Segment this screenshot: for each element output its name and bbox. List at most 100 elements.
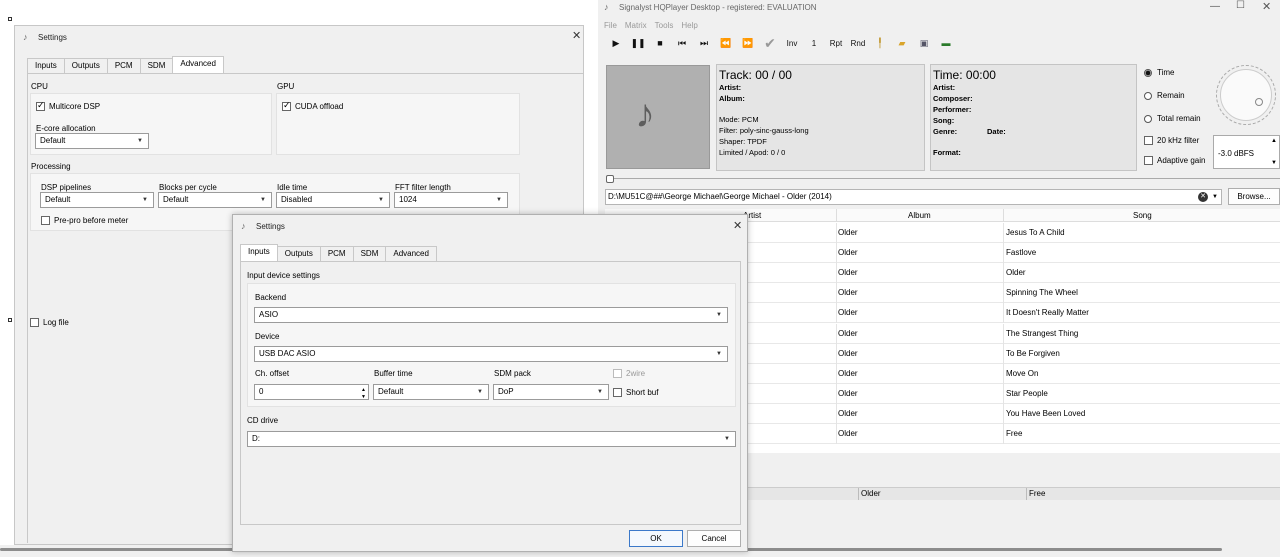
time-format: Format:: [933, 148, 961, 157]
fft-select[interactable]: 1024 ▼: [394, 192, 508, 208]
brush-icon[interactable]: ╿: [872, 38, 888, 49]
backend-value: ASIO: [259, 310, 279, 319]
col-album[interactable]: Album: [908, 211, 931, 220]
repeat-button[interactable]: Rpt: [828, 39, 844, 48]
resize-handle-middle[interactable]: [8, 318, 12, 322]
fast-forward-icon[interactable]: ⏩: [740, 38, 756, 49]
previous-icon[interactable]: ⏮: [674, 38, 690, 49]
ecore-chevron-down-icon: ▼: [137, 138, 143, 144]
library-icon[interactable]: ▬: [938, 38, 954, 48]
app-icon: ♪: [604, 2, 609, 12]
path-dropdown-icon[interactable]: ▼: [1212, 190, 1218, 204]
tab-front-inputs[interactable]: Inputs: [240, 244, 278, 261]
seek-handle[interactable]: [606, 175, 614, 183]
input-device-section: Input device settings: [247, 271, 320, 280]
option-adaptive-gain[interactable]: Adaptive gain: [1144, 156, 1206, 166]
col-song[interactable]: Song: [1133, 211, 1152, 220]
settings-back-tabs: Inputs Outputs PCM SDM Advanced: [27, 56, 224, 73]
row-song: Fastlove: [1006, 248, 1037, 258]
browse-button[interactable]: Browse...: [1228, 188, 1280, 205]
row-divider: [836, 223, 837, 243]
shortbuf-option[interactable]: Short buf: [613, 388, 658, 398]
blocks-select[interactable]: Default ▼: [158, 192, 272, 208]
row-album: Older: [838, 268, 858, 278]
row-album: Older: [838, 348, 858, 358]
settings-back-close-icon[interactable]: ✕: [572, 31, 581, 42]
option-total-remain[interactable]: Total remain: [1144, 114, 1201, 123]
volume-knob[interactable]: [1216, 65, 1276, 125]
option-adaptive-label: Adaptive gain: [1157, 156, 1206, 165]
twowire-option[interactable]: 2wire: [613, 369, 646, 379]
knob-indicator: [1255, 98, 1263, 106]
rewind-icon[interactable]: ⏪: [718, 38, 734, 49]
cuda-option[interactable]: CUDA offload: [282, 100, 343, 112]
play-icon[interactable]: ▶: [608, 38, 624, 49]
dsp-select[interactable]: Default ▼: [40, 192, 154, 208]
choffset-down-icon[interactable]: ▼: [361, 390, 366, 404]
stop-icon[interactable]: ■: [652, 38, 668, 48]
track-shaper: Shaper: TPDF: [719, 137, 767, 146]
option-time-label: Time: [1157, 68, 1175, 77]
multicore-option[interactable]: Multicore DSP: [36, 100, 100, 112]
option-time[interactable]: Time: [1144, 68, 1174, 77]
buffer-value: Default: [378, 387, 404, 396]
settings-front-close-icon[interactable]: ✕: [733, 221, 742, 232]
seek-slider[interactable]: [606, 175, 1280, 183]
cancel-button[interactable]: Cancel: [687, 530, 741, 547]
option-remain[interactable]: Remain: [1144, 91, 1185, 100]
prepro-option[interactable]: Pre-pro before meter: [41, 216, 128, 226]
pause-icon[interactable]: ❚❚: [630, 38, 646, 49]
menu-matrix[interactable]: Matrix: [625, 21, 647, 30]
random-button[interactable]: Rnd: [850, 39, 866, 48]
menu-file[interactable]: File: [604, 21, 617, 30]
logfile-option[interactable]: Log file: [30, 318, 69, 328]
buffer-select[interactable]: Default ▼: [373, 384, 489, 400]
tab-pcm[interactable]: PCM: [106, 58, 141, 73]
minimize-button[interactable]: —: [1210, 1, 1220, 12]
sdmpack-select[interactable]: DoP ▼: [493, 384, 609, 400]
ecore-select[interactable]: Default ▼: [35, 133, 149, 149]
twowire-label: 2wire: [626, 369, 646, 378]
next-icon[interactable]: ⏭: [696, 38, 712, 49]
cd-drive-label: CD drive: [247, 416, 279, 425]
device-select[interactable]: USB DAC ASIO ▼: [254, 346, 728, 362]
option-20khz[interactable]: 20 kHz filter: [1144, 136, 1199, 146]
cd-drive-select[interactable]: D: ▼: [247, 431, 736, 447]
tab-inputs[interactable]: Inputs: [27, 58, 65, 73]
settings-window-front: ♪ Settings ✕ Inputs Outputs PCM SDM Adva…: [232, 214, 748, 552]
one-button[interactable]: 1: [806, 39, 822, 48]
path-value: D:\MU51C@##\George Michael\George Michae…: [608, 192, 832, 201]
save-icon[interactable]: ▣: [916, 38, 932, 49]
gain-down-icon[interactable]: ▼: [1271, 160, 1277, 166]
gain-up-icon[interactable]: ▲: [1271, 138, 1277, 144]
row-divider: [1003, 383, 1004, 404]
backend-select[interactable]: ASIO ▼: [254, 307, 728, 323]
invert-button[interactable]: Inv: [784, 39, 800, 48]
ok-button[interactable]: OK: [629, 530, 683, 547]
tab-front-outputs[interactable]: Outputs: [276, 246, 321, 261]
lower-song: Free: [1029, 489, 1046, 498]
clear-path-icon[interactable]: ✕: [1198, 192, 1208, 202]
hqplayer-title: Signalyst HQPlayer Desktop - registered:…: [619, 2, 817, 12]
gain-spinbox[interactable]: -3.0 dBFS ▲ ▼: [1213, 135, 1280, 169]
tab-front-sdm[interactable]: SDM: [352, 246, 387, 261]
choffset-spinbox[interactable]: 0 ▲ ▼: [254, 384, 369, 400]
tab-sdm[interactable]: SDM: [139, 58, 174, 73]
track-heading: Track: 00 / 00: [719, 68, 792, 82]
prepro-checkbox: [41, 216, 50, 226]
menu-tools[interactable]: Tools: [655, 21, 674, 30]
tab-front-pcm[interactable]: PCM: [319, 246, 354, 261]
idle-select[interactable]: Disabled ▼: [276, 192, 390, 208]
track-album: Album:: [719, 94, 745, 103]
maximize-button[interactable]: ☐: [1236, 0, 1245, 11]
time-composer: Composer:: [933, 94, 973, 103]
tab-front-advanced[interactable]: Advanced: [385, 246, 437, 261]
window-close-button[interactable]: ✕: [1262, 0, 1271, 13]
tab-outputs[interactable]: Outputs: [63, 58, 108, 73]
tab-advanced[interactable]: Advanced: [172, 56, 224, 73]
path-combo[interactable]: D:\MU51C@##\George Michael\George Michae…: [605, 189, 1222, 205]
menu-help[interactable]: Help: [681, 21, 697, 30]
resize-handle-top[interactable]: [8, 17, 12, 21]
folder-open-icon[interactable]: ▰: [894, 38, 910, 49]
check-icon[interactable]: ✔: [762, 35, 778, 52]
